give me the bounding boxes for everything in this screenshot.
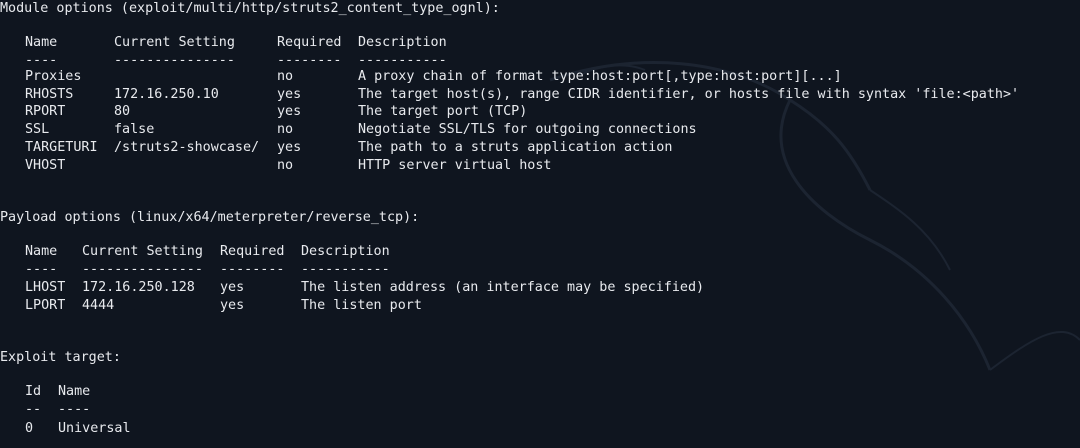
payload-options-column-headers: Name Current Setting Required Description: [0, 243, 1080, 261]
module-options-row: SSL false no Negotiate SSL/TLS for outgoing…: [0, 121, 1080, 139]
table-cell: The listen address (an interface may be …: [301, 280, 705, 295]
column-underline: ----: [58, 402, 91, 417]
module-options-column-headers: Name Current Setting Required Description: [0, 34, 1080, 52]
column-header: Id: [25, 384, 42, 399]
table-cell: 0: [25, 421, 34, 436]
table-cell: yes: [277, 104, 302, 120]
column-header: Description: [358, 35, 447, 50]
column-underline: -----------: [301, 262, 390, 277]
table-cell: yes: [220, 297, 245, 313]
module-options-row: Proxies no A proxy chain of format type:ho…: [0, 68, 1080, 86]
table-cell: no: [277, 69, 294, 84]
exploit-target-column-underlines: -- ----: [0, 401, 1080, 419]
table-cell: A proxy chain of format type:host:port[,…: [358, 69, 842, 84]
table-cell: The path to a struts application action: [358, 139, 673, 155]
column-header: Current Setting: [114, 35, 235, 50]
module-options-section-title: Module options (exploit/multi/http/strut…: [0, 1, 500, 16]
table-cell: 4444: [82, 297, 115, 313]
table-cell: The target host(s), range CIDR identifie…: [358, 86, 1020, 102]
module-options-header: Module options (exploit/multi/http/strut…: [0, 0, 1080, 18]
table-cell: LPORT: [25, 297, 66, 313]
column-header: Required: [277, 35, 342, 50]
payload-options-section-title: Payload options (linux/x64/meterpreter/r…: [0, 210, 420, 225]
table-cell: yes: [277, 86, 302, 102]
column-header: Current Setting: [82, 244, 203, 259]
column-underline: --------: [220, 262, 285, 277]
table-cell: 172.16.250.128: [82, 280, 195, 295]
column-header: Name: [25, 244, 58, 259]
table-cell: Negotiate SSL/TLS for outgoing connectio…: [358, 122, 697, 138]
table-cell: The listen port: [301, 297, 422, 313]
module-options-row: TARGETURI/struts2-showcase/yes The path t…: [0, 139, 1080, 157]
table-cell: LHOST: [25, 280, 66, 295]
table-cell: RPORT: [25, 104, 66, 120]
terminal-output[interactable]: Module options (exploit/multi/http/strut…: [0, 0, 1080, 448]
payload-options-header: Payload options (linux/x64/meterpreter/r…: [0, 209, 1080, 227]
column-header: Required: [220, 244, 285, 259]
table-cell: VHOST: [25, 157, 66, 173]
table-cell: false: [114, 122, 155, 138]
payload-options-row: LHOST 172.16.250.128 yes The listen address…: [0, 279, 1080, 297]
exploit-target-row: 0 Universal: [0, 420, 1080, 438]
exploit-target-column-headers: Id Name: [0, 383, 1080, 401]
column-header: Name: [25, 35, 58, 50]
table-cell: no: [277, 122, 294, 138]
exploit-target-section-title: Exploit target:: [0, 350, 121, 365]
table-cell: no: [277, 157, 294, 173]
module-options-row: RPORT 80 yes The target port (TCP): [0, 103, 1080, 121]
payload-options-column-underlines: ---- --------------- -------- -----------: [0, 261, 1080, 279]
column-header: Description: [301, 244, 390, 259]
table-cell: yes: [220, 280, 245, 295]
table-cell: HTTP server virtual host: [358, 157, 552, 173]
table-cell: SSL: [25, 122, 50, 138]
table-cell: 172.16.250.10: [114, 86, 219, 102]
table-cell: TARGETURI: [25, 139, 98, 155]
table-cell: yes: [277, 139, 302, 155]
exploit-target-header: Exploit target:: [0, 349, 1080, 367]
column-underline: ----: [25, 262, 58, 277]
module-options-row: VHOST no HTTP server virtual host: [0, 157, 1080, 175]
payload-options-row: LPORT 4444 yes The listen port: [0, 297, 1080, 315]
module-options-row: RHOSTS 172.16.250.10 yes The target host(s)…: [0, 86, 1080, 104]
table-cell: Universal: [58, 421, 131, 436]
column-underline: ---------------: [82, 262, 203, 277]
table-cell: RHOSTS: [25, 86, 74, 102]
column-header: Name: [58, 384, 91, 399]
column-underline: --: [25, 402, 42, 417]
table-cell: /struts2-showcase/: [114, 139, 260, 155]
table-cell: 80: [114, 104, 131, 120]
table-cell: The target port (TCP): [358, 104, 528, 120]
table-cell: Proxies: [25, 69, 82, 84]
